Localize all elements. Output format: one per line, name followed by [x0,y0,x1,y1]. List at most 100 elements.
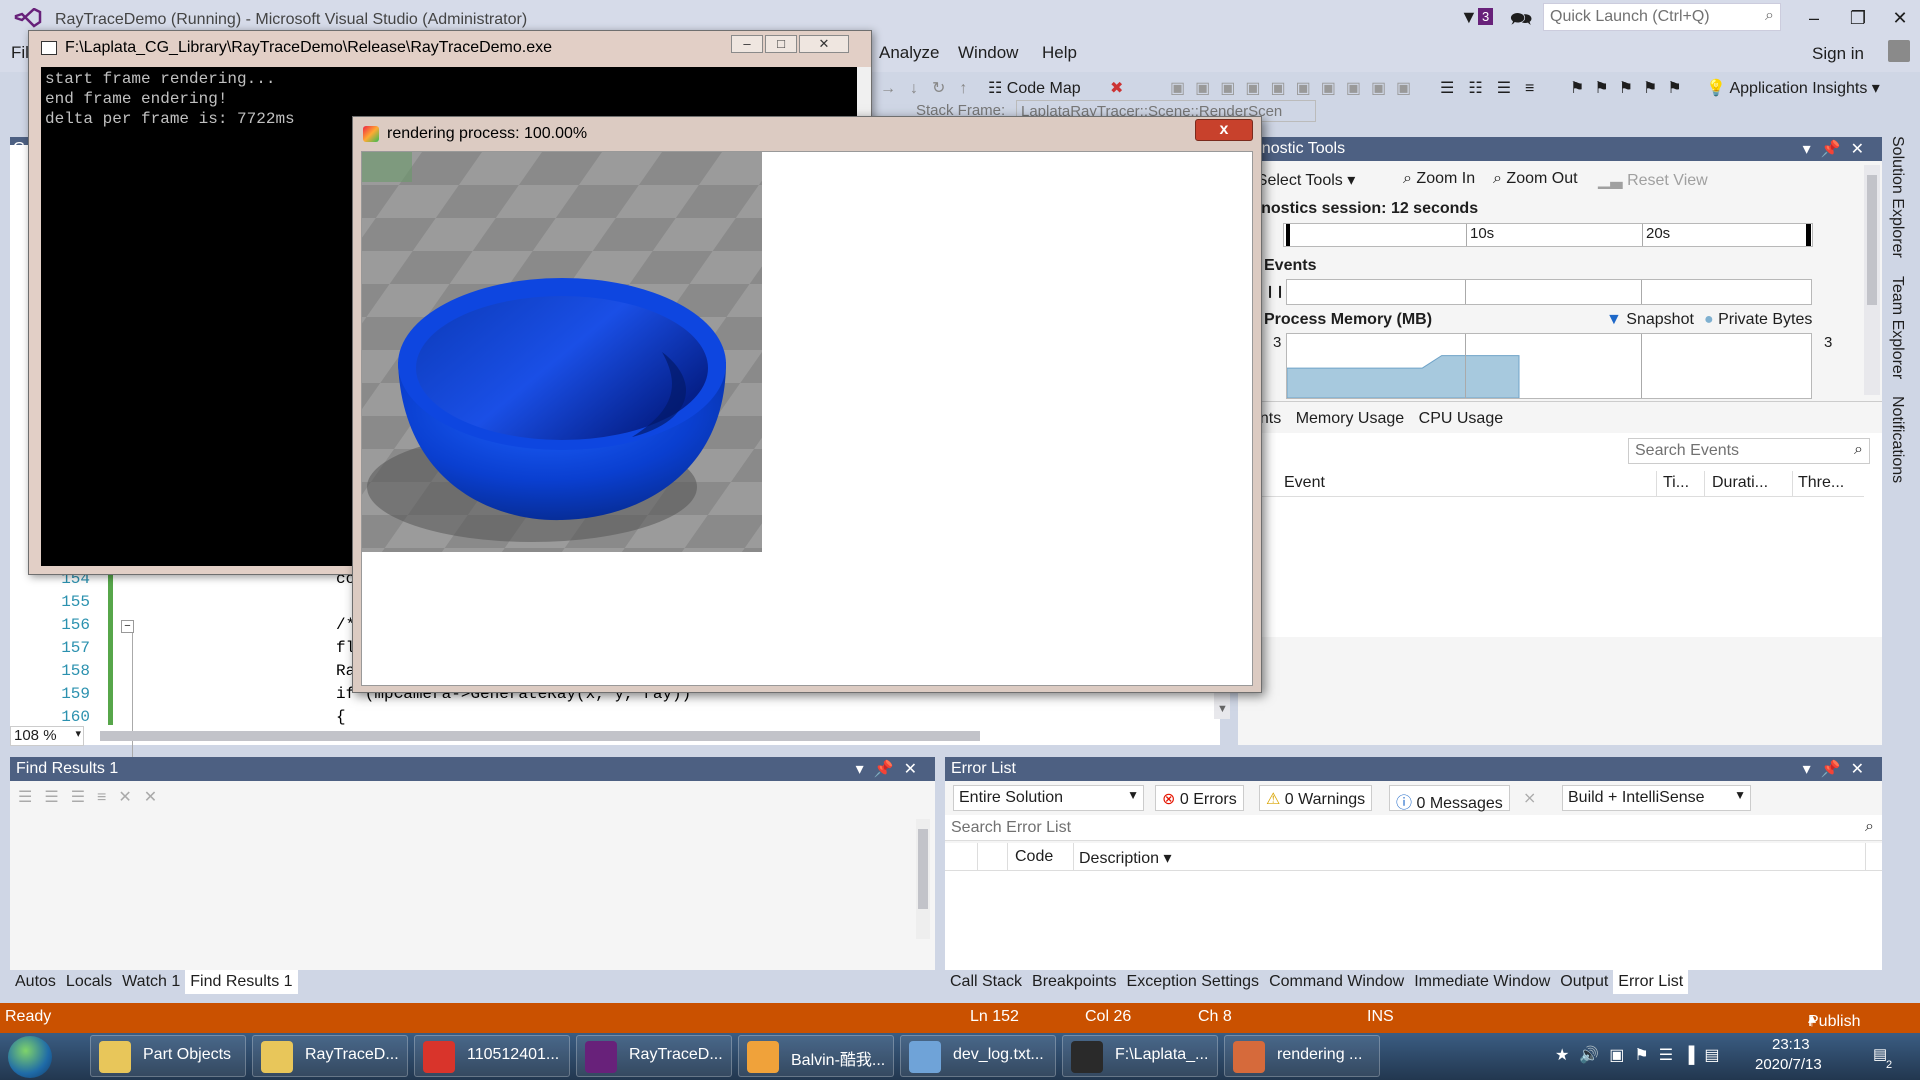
collapse-icon[interactable]: − [121,620,134,633]
minimize-button[interactable]: – [1796,4,1832,32]
taskbar-item-label: dev_log.txt... [953,1046,1044,1063]
tab-call-stack[interactable]: Call Stack [945,970,1027,994]
panel-controls-icons[interactable]: ▾📌✕ [1803,139,1874,159]
taskbar-item[interactable]: rendering ... [1224,1035,1380,1077]
memory-divider [1641,334,1642,398]
panel-controls-icons[interactable]: ▾📌✕ [856,759,927,779]
tab-cpu-usage[interactable]: CPU Usage [1414,407,1508,431]
messages-filter-button[interactable]: ⓘ 0 Messages [1389,785,1510,812]
tab-exception-settings[interactable]: Exception Settings [1122,970,1265,994]
taskbar-item-label: rendering ... [1277,1046,1363,1063]
render-title-bar[interactable]: rendering process: 100.00% x [353,117,1261,151]
editor-horizontal-scrollbar[interactable] [100,731,980,741]
memory-divider [1465,334,1466,398]
diag-vertical-scrollbar[interactable] [1864,165,1880,395]
taskbar-item[interactable]: RayTraceD... [576,1035,732,1077]
col-time[interactable]: Ti... [1663,474,1689,492]
menu-file[interactable]: Fil [11,43,29,63]
tab-autos[interactable]: Autos [10,970,61,994]
find-scrollbar[interactable] [916,819,930,939]
tray-icons[interactable]: ★🔊▣⚑☰▐▤ [1555,1045,1730,1065]
tab-command-window[interactable]: Command Window [1264,970,1409,994]
console-maximize-button[interactable]: □ [765,35,797,53]
tab-immediate-window[interactable]: Immediate Window [1409,970,1555,994]
debug-step-icons[interactable]: →↓↻↑ [880,78,981,98]
taskbar-item[interactable]: Part Objects [90,1035,246,1077]
menu-help[interactable]: Help [1042,43,1077,63]
tab-watch[interactable]: Watch 1 [117,970,185,994]
col-thread[interactable]: Thre... [1798,474,1844,492]
render-close-button[interactable]: x [1195,119,1253,141]
code-map-button[interactable]: ☷ Code Map [988,78,1081,98]
zoom-out-button[interactable]: ⌕ Zoom Out [1493,170,1578,188]
tab-locals[interactable]: Locals [61,970,117,994]
tab-memory-usage[interactable]: Memory Usage [1291,407,1409,431]
rendering-window[interactable]: rendering process: 100.00% x [352,116,1262,693]
diagnostic-tools-header: agnostic Tools ▾📌✕ [1238,137,1882,161]
line-number: 156 [61,616,90,634]
col-event[interactable]: Event [1284,474,1325,492]
taskbar-item[interactable]: dev_log.txt... [900,1035,1056,1077]
tab-breakpoints[interactable]: Breakpoints [1027,970,1122,994]
close-button[interactable]: ✕ [1882,4,1918,32]
team-explorer-tab[interactable]: Team Explorer [1888,276,1906,379]
restore-button[interactable]: ❐ [1840,4,1876,32]
search-events-input[interactable]: Search Events ⌕ [1628,438,1870,464]
timeline-ruler[interactable]: 10s 20s [1283,223,1813,247]
memory-graph[interactable] [1286,333,1812,399]
pause-icon[interactable]: ❙❙ [1265,284,1285,298]
notifications-tab[interactable]: Notifications [1888,396,1906,483]
taskbar-item[interactable]: 110512401... [414,1035,570,1077]
exception-icon[interactable]: ✖ [1110,78,1123,98]
search-error-list-input[interactable]: Search Error List ⌕ [945,815,1882,841]
taskbar-item[interactable]: Balvin-酷我... [738,1035,894,1077]
tab-output[interactable]: Output [1555,970,1613,994]
menu-window[interactable]: Window [958,43,1018,63]
account-avatar[interactable] [1888,40,1910,62]
filter-icon[interactable]: ▼ [1460,7,1478,28]
notification-count: 3 [1478,8,1494,25]
quick-launch-input[interactable]: Quick Launch (Ctrl+Q) ⌕ [1543,3,1781,31]
scope-dropdown[interactable]: Entire Solution ▼ [953,785,1144,811]
line-number: 158 [61,662,90,680]
application-insights-button[interactable]: 💡 Application Insights ▾ [1706,78,1880,98]
events-track[interactable] [1286,279,1812,305]
col-description[interactable]: Description ▾ [1079,848,1172,868]
taskbar-item-label: F:\Laplata_... [1115,1046,1209,1063]
start-button[interactable] [8,1036,52,1078]
taskbar-item[interactable]: F:\Laplata_... [1062,1035,1218,1077]
tab-error-list[interactable]: Error List [1613,970,1689,994]
status-bar: Ready Ln 152 Col 26 Ch 8 INS ↑ Publish ▴ [0,1003,1920,1033]
col-code[interactable]: Code [1015,848,1053,866]
status-insert-mode: INS [1367,1008,1394,1025]
menu-analyze[interactable]: Analyze [879,43,939,63]
legend-private-bytes: ● Private Bytes [1704,311,1813,328]
console-minimize-button[interactable]: – [731,35,763,53]
toolbar-format-icons[interactable]: ☰☷☰≡ [1440,78,1548,98]
right-tool-rail: Solution Explorer Team Explorer Notifica… [1882,130,1920,1000]
clock-time[interactable]: 23:13 [1772,1036,1810,1053]
console-close-button[interactable]: ✕ [799,35,849,53]
sign-in-link[interactable]: Sign in [1812,44,1864,64]
zoom-in-button[interactable]: ⌕ Zoom In [1403,170,1475,188]
col-duration[interactable]: Durati... [1712,474,1768,492]
tick-20-line [1642,224,1643,246]
status-line: Ln 152 [970,1008,1019,1025]
console-title-bar[interactable]: F:\Laplata_CG_Library\RayTraceDemo\Relea… [29,31,871,67]
tab-find-results[interactable]: Find Results 1 [185,970,298,994]
clear-filter-icon[interactable]: ⨯ [1523,788,1536,808]
find-results-list[interactable] [10,815,935,970]
scroll-down-icon[interactable]: ▼ [1217,703,1228,715]
build-dropdown[interactable]: Build + IntelliSense ▼ [1562,785,1751,811]
warnings-filter-button[interactable]: ⚠ 0 Warnings [1259,785,1373,811]
panel-controls-icons[interactable]: ▾📌✕ [1803,759,1874,779]
code-line[interactable]: { [336,708,346,726]
solution-explorer-tab[interactable]: Solution Explorer [1888,136,1906,258]
publish-button[interactable]: ↑ Publish ▴ [1808,1008,1860,1030]
taskbar-item[interactable]: RayTraceD... [252,1035,408,1077]
feedback-icon[interactable]: 🗪 [1510,7,1532,37]
clock-date[interactable]: 2020/7/13 [1755,1056,1822,1073]
zoom-dropdown[interactable]: 108 % ▾ [10,726,84,746]
errors-filter-button[interactable]: ⊗ 0 Errors [1155,785,1244,811]
bookmark-icons[interactable]: ⚑⚑⚑⚑⚑ [1570,78,1692,98]
